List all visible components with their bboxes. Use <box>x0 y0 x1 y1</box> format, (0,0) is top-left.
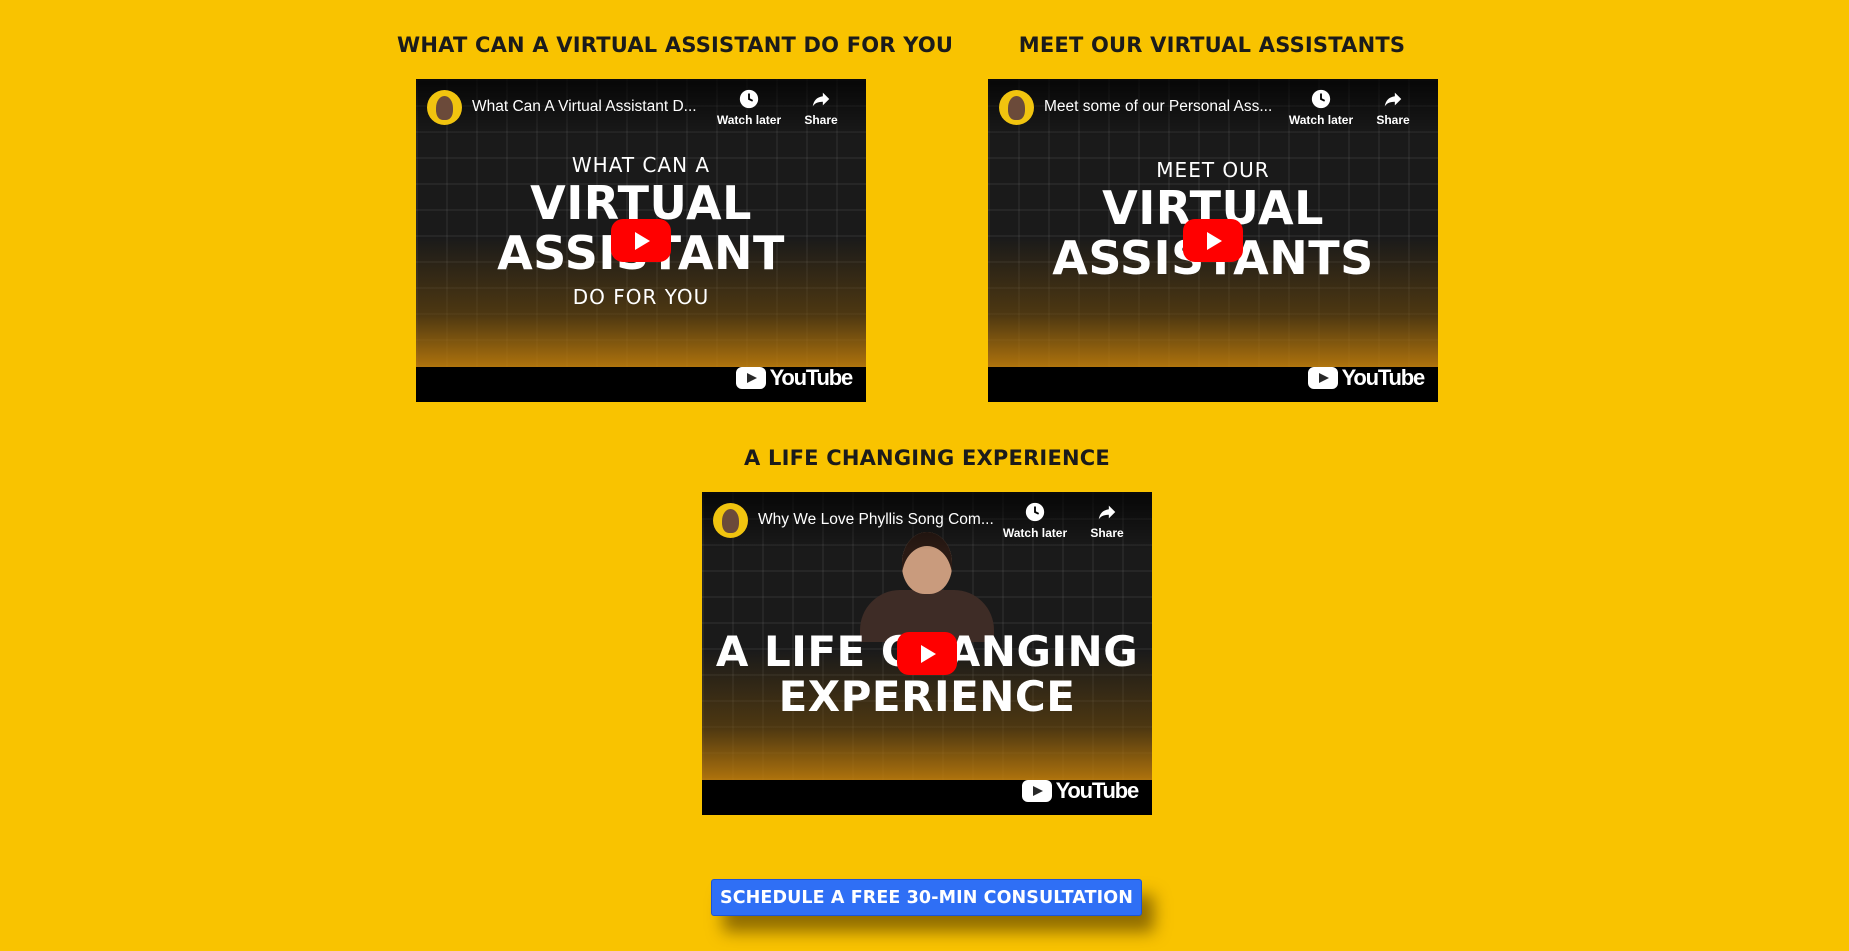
video-title-link[interactable]: Why We Love Phyllis Song Com... <box>758 511 998 529</box>
video-title-link[interactable]: What Can A Virtual Assistant D... <box>472 98 712 116</box>
share-arrow-icon <box>1098 505 1116 520</box>
watch-later-label: Watch later <box>716 113 782 127</box>
share-arrow-icon <box>1384 92 1402 107</box>
watch-later-button[interactable]: Watch later <box>714 88 784 127</box>
share-arrow-icon <box>812 92 830 107</box>
clock-icon <box>1311 89 1331 109</box>
youtube-wordmark: YouTube <box>1341 365 1426 390</box>
youtube-wordmark: YouTube <box>769 365 854 390</box>
video-embed-what-can-va-do[interactable]: WHAT CAN A VIRTUAL ASSISTANT DO FOR YOU … <box>416 79 866 402</box>
youtube-play-icon <box>1307 367 1338 389</box>
channel-avatar[interactable] <box>427 90 462 125</box>
section-heading-life-changing: A LIFE CHANGING EXPERIENCE <box>744 446 1110 470</box>
schedule-consultation-button[interactable]: SCHEDULE A FREE 30-MIN CONSULTATION <box>711 879 1142 916</box>
channel-avatar[interactable] <box>713 503 748 538</box>
thumbnail-text: DO FOR YOU <box>572 285 710 309</box>
video-title-link[interactable]: Meet some of our Personal Ass... <box>1044 98 1284 116</box>
share-label: Share <box>1376 113 1410 127</box>
share-label: Share <box>804 113 838 127</box>
youtube-logo[interactable]: YouTube <box>1021 778 1140 803</box>
video-embed-meet-our-vas[interactable]: MEET OUR VIRTUAL ASSISTANTS Meet some of… <box>988 79 1438 402</box>
youtube-wordmark: YouTube <box>1055 778 1140 803</box>
share-label: Share <box>1090 526 1124 540</box>
share-button[interactable]: Share <box>1358 88 1428 127</box>
watch-later-label: Watch later <box>1002 526 1068 540</box>
share-button[interactable]: Share <box>786 88 856 127</box>
player-top-bar: Meet some of our Personal Ass... Watch l… <box>988 79 1438 137</box>
play-button[interactable] <box>611 219 671 262</box>
player-top-bar: Why We Love Phyllis Song Com... Watch la… <box>702 492 1152 550</box>
player-top-bar: What Can A Virtual Assistant D... Watch … <box>416 79 866 137</box>
watch-later-button[interactable]: Watch later <box>1286 88 1356 127</box>
clock-icon <box>739 89 759 109</box>
watch-later-button[interactable]: Watch later <box>1000 501 1070 540</box>
clock-icon <box>1025 502 1045 522</box>
youtube-logo[interactable]: YouTube <box>735 365 854 390</box>
thumbnail-text: MEET OUR <box>1156 158 1270 182</box>
section-heading-what-can-va-do: WHAT CAN A VIRTUAL ASSISTANT DO FOR YOU <box>397 33 954 57</box>
thumbnail-text: WHAT CAN A <box>571 153 711 177</box>
play-button[interactable] <box>897 632 957 675</box>
share-button[interactable]: Share <box>1072 501 1142 540</box>
section-heading-meet-our-vas: MEET OUR VIRTUAL ASSISTANTS <box>1018 33 1406 57</box>
youtube-play-icon <box>735 367 766 389</box>
watch-later-label: Watch later <box>1288 113 1354 127</box>
youtube-play-icon <box>1021 780 1052 802</box>
thumbnail-text: EXPERIENCE <box>778 672 1076 721</box>
video-embed-life-changing[interactable]: A LIFE CHANGING EXPERIENCE Why We Love P… <box>702 492 1152 815</box>
play-button[interactable] <box>1183 219 1243 262</box>
channel-avatar[interactable] <box>999 90 1034 125</box>
youtube-logo[interactable]: YouTube <box>1307 365 1426 390</box>
